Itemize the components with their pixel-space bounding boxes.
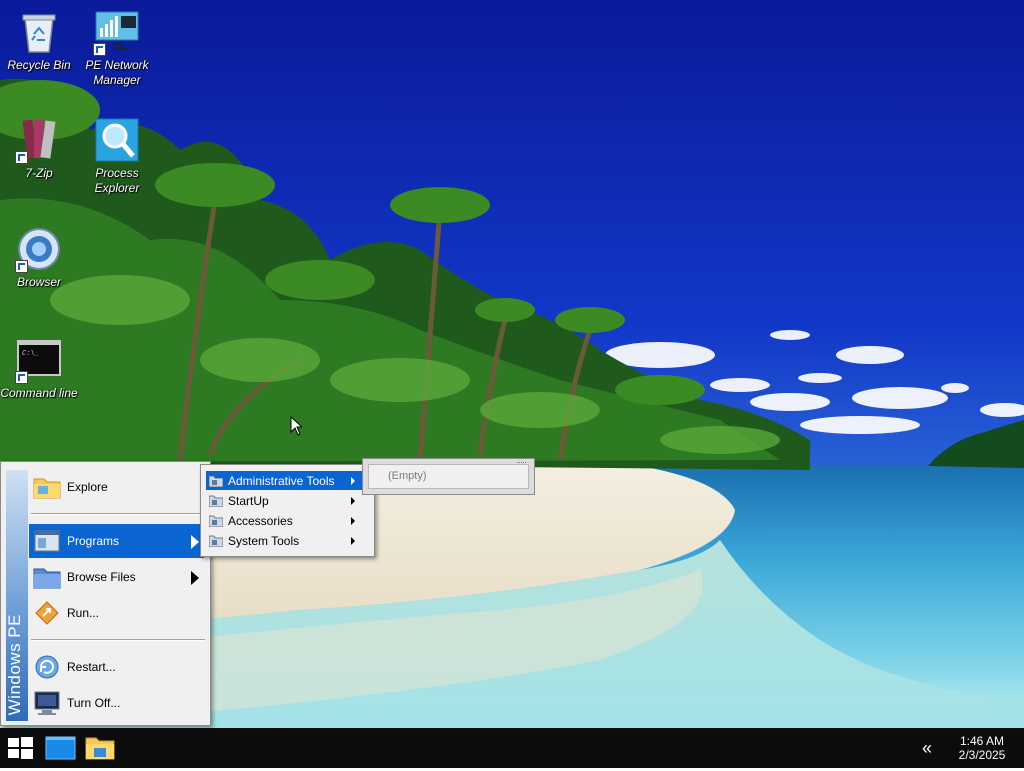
run-icon [35,601,59,625]
menu-item-programs[interactable]: Programs [29,524,204,558]
submenu-arrow-icon [351,517,355,525]
mouse-cursor-icon [290,415,304,436]
taskbar-desktop-button[interactable] [40,728,80,768]
desktop-icon-browser[interactable]: Browser [0,227,79,290]
desktop-icon-pe-network-manager[interactable]: PE Network Manager [77,10,157,88]
programs-submenu: Administrative Tools StartUp Accessories… [200,464,375,557]
program-group-icon [209,535,223,547]
shortcut-arrow-icon [15,371,28,384]
menu-separator [31,639,205,641]
menu-item-run[interactable]: Run... [29,596,204,630]
submenu-arrow-icon [351,497,355,505]
start-button[interactable] [0,728,40,768]
folder-icon [33,568,61,589]
menu-separator [31,513,205,515]
shortcut-arrow-icon [15,260,28,273]
windows-logo-icon [8,737,33,759]
shortcut-arrow-icon [93,43,106,56]
program-group-icon [209,475,223,487]
start-menu-banner: Windows PE [5,470,28,721]
menu-item-turn-off[interactable]: Turn Off... [29,686,204,720]
submenu-arrow-icon [351,477,355,485]
restart-icon [35,655,59,679]
file-explorer-icon [85,737,115,760]
empty-placeholder: (Empty) [368,464,529,489]
desktop-icon-command-line[interactable]: C:\_ Command line [0,338,79,401]
taskbar: « 1:46 AM 2/3/2025 [0,728,1024,768]
submenu-item-startup[interactable]: StartUp [206,491,365,510]
process-explorer-icon [95,118,139,162]
submenu-arrow-icon [351,537,355,545]
menu-item-browse-files[interactable]: Browse Files [29,560,204,594]
submenu-item-accessories[interactable]: Accessories [206,511,365,530]
7-zip-archive-icon [15,118,61,164]
desktop-icon-process-explorer[interactable]: Process Explorer [77,118,157,196]
recycle-bin-icon [17,10,61,54]
program-group-icon [209,495,223,507]
svg-text:C:\_: C:\_ [22,350,39,358]
network-manager-icon [93,10,139,56]
submenu-item-administrative-tools[interactable]: Administrative Tools [206,471,365,490]
show-hidden-icons-button[interactable]: « [916,738,938,758]
desktop-icon-recycle-bin[interactable]: Recycle Bin [0,10,79,73]
taskbar-file-explorer-button[interactable] [80,728,120,768]
monitor-icon [34,691,60,715]
administrative-tools-submenu: (Empty) [362,458,535,495]
clock-date: 2/3/2025 [958,748,1006,762]
start-menu: Windows PE Explore Programs Browse Files [0,461,211,726]
browser-icon [15,227,61,273]
menu-item-restart[interactable]: Restart... [29,650,204,684]
shortcut-arrow-icon [15,151,28,164]
folder-icon [33,478,61,499]
program-group-icon [209,515,223,527]
menu-item-explore[interactable]: Explore [29,470,204,504]
programs-icon [34,530,60,552]
desktop-icon-7-zip[interactable]: 7-Zip [0,118,79,181]
command-prompt-icon: C:\_ [15,338,61,384]
taskbar-clock[interactable]: 1:46 AM 2/3/2025 [950,734,1014,762]
submenu-arrow-icon [191,535,199,549]
submenu-item-system-tools[interactable]: System Tools [206,531,365,550]
desktop-icon [45,736,76,760]
clock-time: 1:46 AM [959,734,1005,748]
submenu-arrow-icon [191,571,199,585]
